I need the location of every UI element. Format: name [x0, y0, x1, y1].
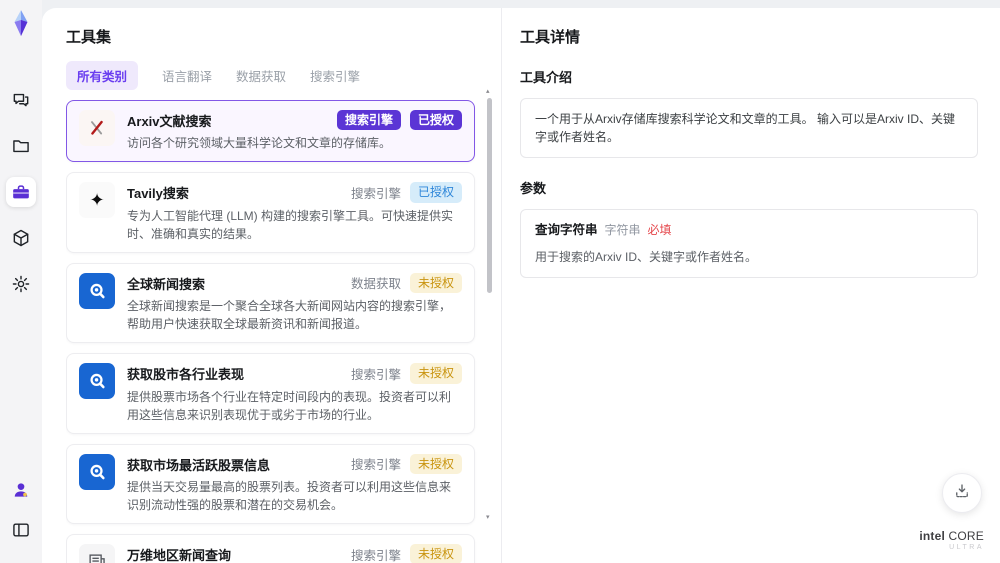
news-icon [79, 543, 115, 563]
auth-badge: 未授权 [409, 272, 462, 294]
intro-box: 一个用于从Arxiv存储库搜索科学论文和文章的工具。 输入可以是Arxiv ID… [520, 98, 978, 158]
intro-heading: 工具介绍 [520, 70, 573, 85]
param-box: 查询字符串 字符串 必填 用于搜索的Arxiv ID、关键字或作者姓名。 [520, 209, 978, 278]
rail-bottom-icons [6, 475, 36, 545]
search-blue-icon [79, 363, 115, 400]
tool-card-body: Arxiv文献搜索 搜索引擎 已授权访问各个研究领域大量科学论文和文章的存储库。 [127, 110, 462, 152]
tool-name: 获取股市各行业表现 [127, 367, 245, 383]
tab-1[interactable]: 语言翻译 [162, 61, 212, 90]
tool-card[interactable]: 全球新闻搜索 数据获取 未授权全球新闻搜索是一个聚合全球各大新闻网站内容的搜索引擎，… [66, 262, 475, 344]
tool-card[interactable]: Arxiv文献搜索 搜索引擎 已授权访问各个研究领域大量科学论文和文章的存储库。 [66, 100, 475, 163]
download-button[interactable] [942, 473, 982, 513]
page-title: 工具集 [66, 29, 112, 46]
left-rail [0, 0, 42, 563]
tool-name: 获取市场最活跃股票信息 [127, 457, 271, 473]
tab-0[interactable]: 所有类别 [66, 61, 139, 90]
tool-card-body: 获取市场最活跃股票信息 搜索引擎 未授权提供当天交易量最高的股票列表。投资者可以利用… [127, 453, 462, 514]
tool-card[interactable]: 万维地区新闻查询搜索引擎未授权查询具体行政区划内的新闻，快速了解各地新闻动 [66, 533, 475, 563]
tool-list: Arxiv文献搜索 搜索引擎 已授权 访问各个研究领域大量科学论文和文章的存储库。 ✦ T… [66, 100, 501, 563]
cube-icon[interactable] [6, 223, 36, 253]
scrollbar[interactable]: ▴ ▾ [486, 88, 492, 557]
tab-3[interactable]: 搜索引擎 [310, 61, 360, 90]
gear-icon[interactable] [6, 269, 36, 299]
panel-toggle-icon[interactable] [6, 515, 36, 545]
rail-top-icons [6, 85, 36, 299]
tool-tags: 搜索引擎 未授权 [350, 363, 462, 384]
tab-2[interactable]: 数据获取 [236, 61, 286, 90]
auth-badge: 已授权 [409, 110, 462, 131]
param-required-badge: 必填 [647, 223, 672, 237]
category-badge: 搜索引擎 [336, 110, 401, 131]
tool-card-body: 全球新闻搜索 数据获取 未授权全球新闻搜索是一个聚合全球各大新闻网站内容的搜索引擎，… [127, 272, 462, 333]
tool-tags: 数据获取 未授权 [350, 272, 462, 294]
tool-desc: 全球新闻搜索是一个聚合全球各大新闻网站内容的搜索引擎，帮助用户快速获取全球最新资… [127, 299, 452, 332]
tool-name: Tavily搜索 [127, 186, 189, 202]
tool-desc: 访问各个研究领域大量科学论文和文章的存储库。 [127, 136, 392, 151]
user-icon[interactable] [6, 475, 36, 505]
gem-logo-icon [8, 9, 34, 37]
auth-badge: 未授权 [409, 453, 462, 474]
search-blue-icon [79, 453, 115, 490]
scrollbar-thumb[interactable] [487, 98, 492, 293]
toolbox-icon[interactable] [6, 177, 36, 207]
tool-list-pane: 工具集 所有类别 语言翻译 数据获取 搜索引擎 Arxiv文献搜索 搜索引擎 已授权 访问各… [42, 8, 502, 563]
download-icon [953, 482, 971, 505]
category-label: 数据获取 [350, 277, 401, 292]
tool-name: 万维地区新闻查询 [127, 547, 232, 563]
category-label: 搜索引擎 [350, 187, 401, 202]
tool-desc: 专为人工智能代理 (LLM) 构建的搜索引擎工具。可快速提供实时、准确和真实的结… [127, 208, 454, 241]
main-surface: 工具集 所有类别 语言翻译 数据获取 搜索引擎 Arxiv文献搜索 搜索引擎 已授权 访问各… [42, 8, 1000, 563]
param-name-row: 查询字符串 字符串 必填 [535, 221, 963, 240]
params-heading: 参数 [520, 181, 547, 196]
scroll-up-icon[interactable]: ▴ [486, 88, 490, 95]
folder-icon[interactable] [6, 131, 36, 161]
scroll-down-icon[interactable]: ▾ [486, 514, 490, 521]
param-type: 字符串 [604, 223, 641, 237]
tool-name: Arxiv文献搜索 [127, 114, 212, 129]
auth-badge: 未授权 [409, 363, 462, 384]
category-tabs: 所有类别 语言翻译 数据获取 搜索引擎 [66, 61, 501, 90]
tool-detail-pane: 工具详情 工具介绍 一个用于从Arxiv存储库搜索科学论文和文章的工具。 输入可… [502, 8, 1000, 563]
tool-card[interactable]: 获取股市各行业表现 搜索引擎 未授权提供股票市场各个行业在特定时间段内的表现。投资者… [66, 353, 475, 434]
tool-card[interactable]: ✦ Tavily搜索 搜索引擎 已授权专为人工智能代理 (LLM) 构建的搜索引擎工具… [66, 172, 475, 253]
tool-tags: 搜索引擎 未授权 [350, 453, 462, 474]
chat-icon[interactable] [6, 85, 36, 115]
brand-tier-text: ULTRA [949, 544, 984, 551]
auth-badge: 已授权 [409, 182, 462, 203]
tool-tags: 搜索引擎 已授权 [350, 182, 462, 203]
auth-badge: 未授权 [409, 543, 462, 563]
tool-card[interactable]: 获取市场最活跃股票信息 搜索引擎 未授权提供当天交易量最高的股票列表。投资者可以利用… [66, 443, 475, 524]
tool-card-body: Tavily搜索 搜索引擎 已授权专为人工智能代理 (LLM) 构建的搜索引擎工具。… [127, 182, 462, 242]
tool-desc: 提供当天交易量最高的股票列表。投资者可以利用这些信息来识别流动性强的股票和潜在的… [127, 479, 452, 512]
tool-tags: 搜索引擎 已授权 [336, 110, 462, 131]
category-label: 搜索引擎 [350, 367, 401, 382]
param-desc: 用于搜索的Arxiv ID、关键字或作者姓名。 [535, 249, 758, 264]
tool-name: 全球新闻搜索 [127, 276, 206, 292]
category-label: 搜索引擎 [350, 458, 401, 473]
param-name: 查询字符串 [535, 223, 598, 237]
detail-title: 工具详情 [520, 29, 581, 46]
tool-card-body: 万维地区新闻查询搜索引擎未授权查询具体行政区划内的新闻，快速了解各地新闻动 [127, 543, 462, 563]
tavily-icon: ✦ [79, 182, 115, 219]
brand-text: intel CORE [919, 529, 984, 543]
search-blue-icon [79, 272, 115, 309]
arxiv-icon [79, 110, 115, 146]
tool-tags: 搜索引擎 未授权 [350, 543, 462, 563]
tool-desc: 提供股票市场各个行业在特定时间段内的表现。投资者可以利用这些信息来识别表现优于或… [127, 389, 452, 422]
intel-core-logo: intel CORE ULTRA [919, 529, 984, 551]
tool-card-body: 获取股市各行业表现 搜索引擎 未授权提供股票市场各个行业在特定时间段内的表现。投资者… [127, 363, 462, 423]
category-label: 搜索引擎 [350, 548, 401, 563]
